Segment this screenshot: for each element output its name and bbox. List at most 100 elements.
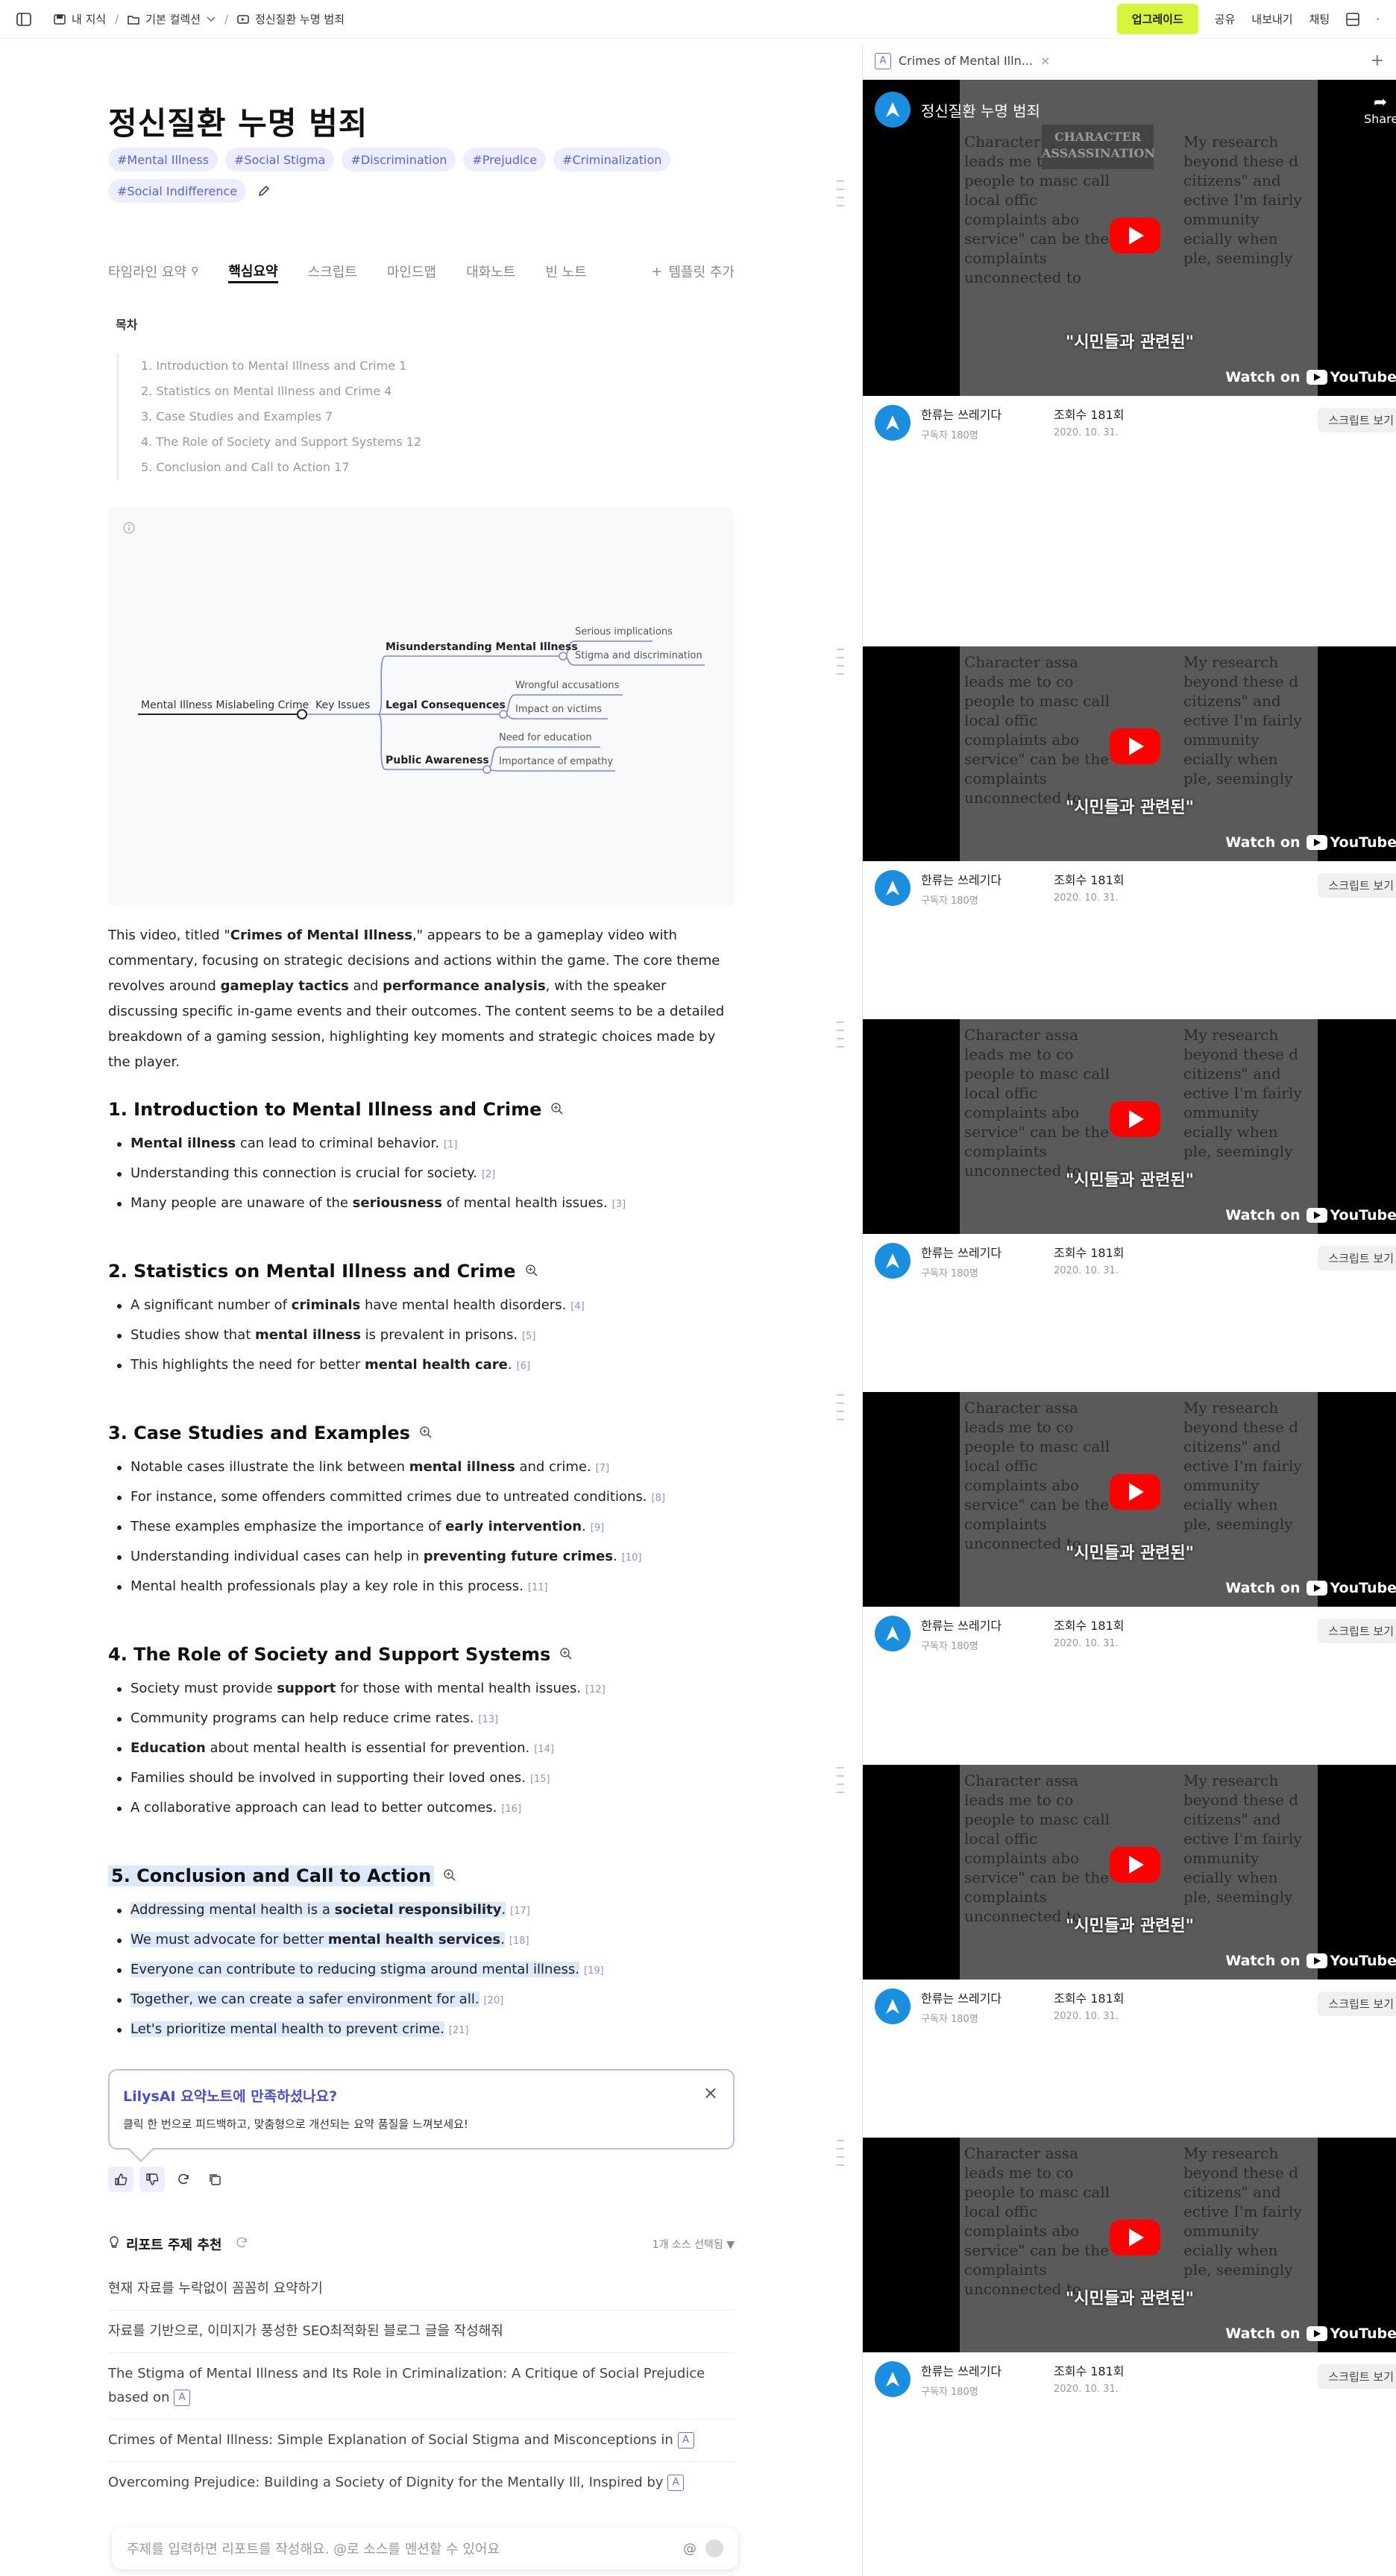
- channel-avatar[interactable]: [875, 1243, 911, 1279]
- toc-item[interactable]: 4. The Role of Society and Support Syste…: [141, 429, 735, 455]
- mention-button[interactable]: @: [683, 2541, 697, 2557]
- toc-item[interactable]: 1. Introduction to Mental Illness and Cr…: [141, 353, 735, 379]
- channel-name[interactable]: 한류는 쓰레기다: [921, 405, 1040, 423]
- play-button-icon[interactable]: [1110, 1847, 1160, 1883]
- breadcrumb-root[interactable]: 내 지식: [72, 11, 106, 27]
- timestamp-reference[interactable]: [14]: [534, 1744, 554, 1755]
- share-button[interactable]: 공유: [1215, 11, 1236, 27]
- timestamp-reference[interactable]: [13]: [478, 1714, 498, 1725]
- breadcrumb-collection[interactable]: 기본 컬렉션: [145, 11, 201, 27]
- report-topic-input[interactable]: 주제를 입력하면 리포트를 작성해요. @로 소스를 멘션할 수 있어요 @: [112, 2528, 738, 2569]
- play-button-icon[interactable]: [1110, 1101, 1160, 1137]
- watch-on-youtube[interactable]: Watch on YouTube: [1225, 1207, 1396, 1224]
- export-button[interactable]: 내보내기: [1251, 11, 1292, 27]
- toc-item[interactable]: 5. Conclusion and Call to Action 17: [141, 455, 735, 480]
- tab-script[interactable]: 스크립트: [308, 259, 357, 283]
- play-button-icon[interactable]: [1110, 1474, 1160, 1510]
- zoom-icon[interactable]: [419, 1423, 433, 1443]
- play-button-icon[interactable]: [1110, 728, 1160, 764]
- channel-name[interactable]: 한류는 쓰레기다: [921, 1988, 1040, 2006]
- tag[interactable]: #Social Stigma: [225, 148, 335, 171]
- video-player[interactable]: Character assa leads me to co people to …: [863, 1392, 1396, 1607]
- channel-name[interactable]: 한류는 쓰레기다: [921, 2361, 1040, 2379]
- report-suggestion[interactable]: 현재 자료를 누락없이 꼼꼼히 요약하기: [108, 2268, 735, 2311]
- more-icon[interactable]: ·: [1376, 13, 1380, 26]
- add-template-button[interactable]: + 템플릿 추가: [651, 259, 735, 283]
- timestamp-reference[interactable]: [10]: [622, 1552, 642, 1563]
- timestamp-reference[interactable]: [17]: [510, 1906, 530, 1917]
- view-script-button[interactable]: 스크립트 보기: [1318, 873, 1396, 898]
- tag[interactable]: #Mental Illness: [108, 148, 218, 171]
- timestamp-reference[interactable]: [12]: [585, 1684, 606, 1695]
- channel-avatar[interactable]: [875, 1988, 911, 2024]
- share-button[interactable]: ➦ Share: [1364, 93, 1396, 126]
- watch-on-youtube[interactable]: Watch on YouTube: [1225, 1953, 1396, 1969]
- watch-on-youtube[interactable]: Watch on YouTube: [1225, 834, 1396, 851]
- thumbs-up-icon[interactable]: [108, 2167, 133, 2192]
- thumbs-down-icon[interactable]: [139, 2167, 165, 2192]
- tag[interactable]: #Discrimination: [342, 148, 456, 171]
- upgrade-button[interactable]: 업그레이드: [1116, 4, 1198, 34]
- channel-avatar[interactable]: [875, 92, 911, 127]
- chat-button[interactable]: 채팅: [1309, 11, 1330, 27]
- timestamp-reference[interactable]: [4]: [570, 1301, 584, 1312]
- view-script-button[interactable]: 스크립트 보기: [1318, 1991, 1396, 2016]
- tab-chat-note[interactable]: 대화노트: [466, 259, 515, 283]
- tab-blank-note[interactable]: 빈 노트: [545, 259, 586, 283]
- toc-item[interactable]: 2. Statistics on Mental Illness and Crim…: [141, 379, 735, 404]
- add-source-plus-icon[interactable]: +: [1371, 51, 1384, 70]
- video-player[interactable]: Character assa leads me to co people to …: [863, 1765, 1396, 1980]
- channel-name[interactable]: 한류는 쓰레기다: [921, 1243, 1040, 1261]
- timestamp-reference[interactable]: [18]: [509, 1936, 529, 1947]
- refresh-icon[interactable]: [235, 2236, 248, 2253]
- channel-name[interactable]: 한류는 쓰레기다: [921, 870, 1040, 888]
- timestamp-reference[interactable]: [19]: [584, 1965, 604, 1977]
- tag[interactable]: #Social Indifference: [108, 179, 247, 203]
- tab-key-summary[interactable]: 핵심요약: [228, 259, 278, 283]
- edit-tags-pencil-icon[interactable]: [254, 179, 274, 203]
- tab-timeline-summary[interactable]: 타임라인 요약 ⚲: [108, 259, 198, 283]
- video-player[interactable]: Character assa leads me to co people to …: [863, 80, 1396, 396]
- layout-icon[interactable]: [1346, 12, 1359, 26]
- source-selector[interactable]: 1개 소스 선택됨 ▼: [653, 2237, 735, 2252]
- report-suggestion[interactable]: Overcoming Prejudice: Building a Society…: [108, 2462, 735, 2504]
- watch-on-youtube[interactable]: Watch on YouTube: [1225, 1580, 1396, 1596]
- zoom-icon[interactable]: [443, 1865, 456, 1886]
- view-script-button[interactable]: 스크립트 보기: [1318, 1619, 1396, 1643]
- view-script-button[interactable]: 스크립트 보기: [1318, 2364, 1396, 2389]
- mindmap-preview[interactable]: Mental Illness Mislabeling Crime Key Iss…: [108, 507, 735, 907]
- view-script-button[interactable]: 스크립트 보기: [1318, 408, 1396, 432]
- zoom-icon[interactable]: [525, 1261, 538, 1282]
- refresh-icon[interactable]: [171, 2167, 196, 2192]
- timestamp-reference[interactable]: [16]: [501, 1804, 521, 1815]
- tab-mindmap[interactable]: 마인드맵: [387, 259, 436, 283]
- channel-avatar[interactable]: [875, 2361, 911, 2397]
- play-button-icon[interactable]: [1110, 2220, 1160, 2255]
- tag[interactable]: #Prejudice: [463, 148, 547, 171]
- timestamp-reference[interactable]: [21]: [449, 2025, 469, 2036]
- timestamp-reference[interactable]: [9]: [591, 1522, 604, 1534]
- channel-avatar[interactable]: [875, 870, 911, 906]
- copy-icon[interactable]: [202, 2167, 227, 2192]
- report-suggestion[interactable]: Crimes of Mental Illness: Simple Explana…: [108, 2419, 735, 2462]
- timestamp-reference[interactable]: [3]: [612, 1199, 626, 1210]
- watch-on-youtube[interactable]: Watch on YouTube: [1225, 2325, 1396, 2342]
- play-button-icon[interactable]: [1110, 218, 1160, 253]
- close-icon[interactable]: ×: [1040, 54, 1050, 68]
- toc-item[interactable]: 3. Case Studies and Examples 7: [141, 404, 735, 429]
- timestamp-reference[interactable]: [1]: [444, 1139, 457, 1150]
- tag[interactable]: #Criminalization: [553, 148, 671, 171]
- timestamp-reference[interactable]: [11]: [528, 1582, 548, 1593]
- timestamp-reference[interactable]: [7]: [596, 1463, 609, 1474]
- watch-on-youtube[interactable]: Watch on YouTube: [1225, 369, 1396, 385]
- report-suggestion[interactable]: The Stigma of Mental Illness and Its Rol…: [108, 2353, 735, 2419]
- source-tab[interactable]: A Crimes of Mental Illn... ×: [875, 52, 1050, 69]
- video-player[interactable]: Character assa leads me to co people to …: [863, 2138, 1396, 2352]
- zoom-icon[interactable]: [550, 1099, 564, 1120]
- timestamp-reference[interactable]: [15]: [530, 1774, 550, 1785]
- channel-avatar[interactable]: [875, 1616, 911, 1651]
- sidebar-toggle-icon[interactable]: [16, 12, 31, 26]
- close-icon[interactable]: ×: [703, 2082, 718, 2103]
- timestamp-reference[interactable]: [5]: [522, 1331, 535, 1342]
- send-icon[interactable]: [705, 2539, 723, 2557]
